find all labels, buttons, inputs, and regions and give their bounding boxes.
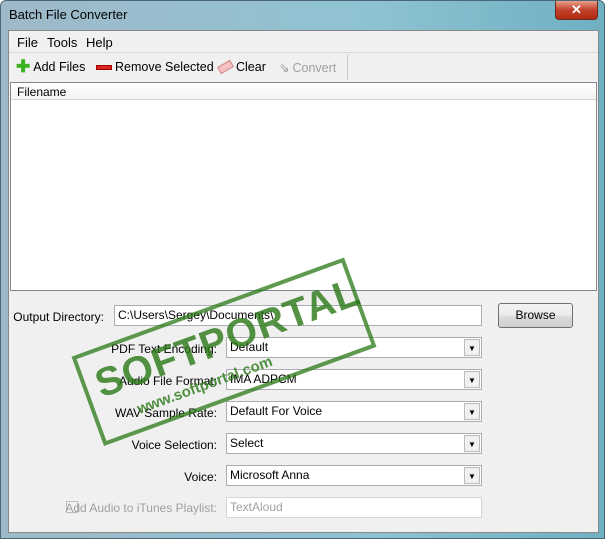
audio-format-value: IMA ADPCM	[230, 372, 297, 386]
voice-select[interactable]: Microsoft Anna ▼	[226, 465, 482, 486]
voice-label: Voice:	[184, 470, 217, 484]
menu-bar: File Tools Help	[9, 31, 598, 53]
itunes-label: Add Audio to iTunes Playlist:	[65, 501, 217, 515]
sample-rate-label: WAV Sample Rate:	[114, 406, 217, 420]
voice-selection-select[interactable]: Select ▼	[226, 433, 482, 454]
voice-value: Microsoft Anna	[230, 468, 310, 482]
client-area: File Tools Help ✚ Add Files Remove Select…	[8, 30, 599, 533]
output-directory-input[interactable]: C:\Users\Sergey\Documents\	[114, 305, 482, 326]
add-files-button[interactable]: ✚ Add Files	[16, 57, 86, 76]
toolbar: ✚ Add Files Remove Selected Clear ⇘ Conver…	[9, 54, 348, 80]
minus-icon	[96, 64, 112, 70]
voice-selection-value: Select	[230, 436, 264, 450]
convert-button[interactable]: ⇘ Convert	[279, 60, 337, 76]
menu-file[interactable]: File	[17, 35, 38, 50]
plus-icon: ✚	[16, 57, 31, 76]
browse-button[interactable]: Browse	[498, 303, 573, 328]
remove-selected-label: Remove Selected	[115, 60, 214, 74]
file-list[interactable]: Filename	[10, 82, 597, 291]
chevron-down-icon: ▼	[464, 403, 480, 420]
window: Batch File Converter ✕ File Tools Help ✚…	[0, 0, 605, 539]
column-header-filename[interactable]: Filename	[11, 83, 596, 100]
clear-button[interactable]: Clear	[217, 59, 266, 75]
menu-tools[interactable]: Tools	[47, 35, 77, 50]
pdf-encoding-label: PDF Text Encoding:	[111, 342, 217, 356]
pdf-encoding-select[interactable]: Default ▼	[226, 337, 482, 358]
remove-selected-button[interactable]: Remove Selected	[96, 60, 214, 74]
menu-help[interactable]: Help	[86, 35, 113, 50]
chevron-down-icon: ▼	[464, 339, 480, 356]
audio-format-label: Audio File Format:	[118, 374, 217, 388]
close-button[interactable]: ✕	[555, 1, 598, 20]
sample-rate-value: Default For Voice	[230, 404, 323, 418]
itunes-playlist-input[interactable]: TextAloud	[226, 497, 482, 518]
chevron-down-icon: ▼	[464, 435, 480, 452]
add-files-label: Add Files	[33, 60, 86, 74]
sample-rate-select[interactable]: Default For Voice ▼	[226, 401, 482, 422]
audio-format-select[interactable]: IMA ADPCM ▼	[226, 369, 482, 390]
pdf-encoding-value: Default	[230, 340, 269, 354]
output-directory-label: Output Directory:	[13, 310, 104, 324]
convert-label: Convert	[292, 60, 337, 75]
window-title: Batch File Converter	[9, 7, 128, 22]
voice-selection-label: Voice Selection:	[131, 438, 217, 452]
chevron-down-icon: ▼	[464, 467, 480, 484]
clear-label: Clear	[236, 60, 266, 74]
eraser-icon	[217, 59, 234, 75]
convert-icon: ⇘	[279, 61, 290, 75]
chevron-down-icon: ▼	[464, 371, 480, 388]
